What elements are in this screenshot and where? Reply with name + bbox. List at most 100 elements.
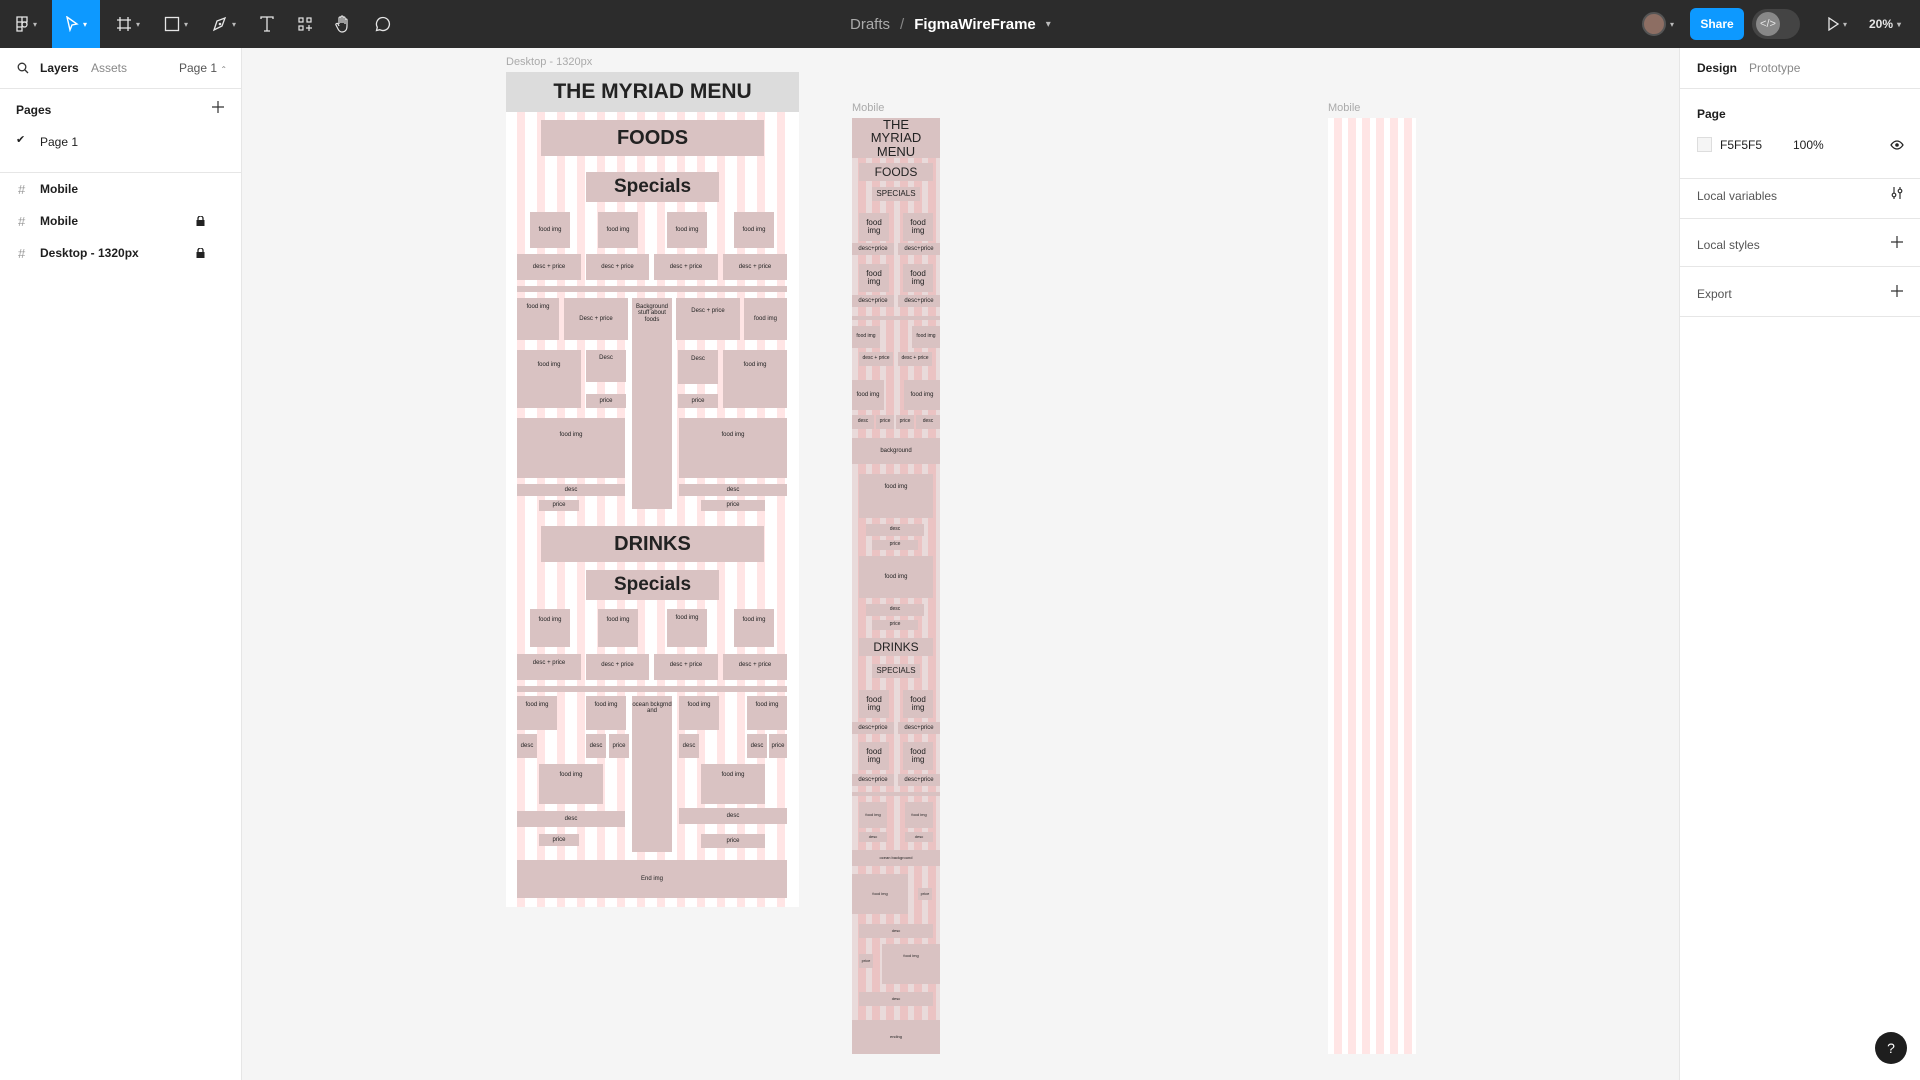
desc-price[interactable]: desc + price: [517, 654, 581, 680]
desc[interactable]: Desc: [678, 350, 718, 384]
desc-price[interactable]: desc + price: [517, 254, 581, 280]
desc[interactable]: desc: [517, 811, 625, 827]
user-avatar-menu[interactable]: ▾: [1634, 0, 1682, 48]
food-img[interactable]: food img: [530, 609, 570, 647]
canvas[interactable]: Desktop - 1320px THE MYRIAD MENU FOODS S…: [243, 48, 1679, 1080]
desc-price[interactable]: desc + price: [654, 654, 718, 680]
desc-price[interactable]: desc+price: [898, 243, 940, 255]
desc[interactable]: desc: [586, 734, 606, 758]
foods-heading[interactable]: FOODS: [541, 120, 764, 156]
food-img[interactable]: food img: [539, 764, 603, 804]
desc-price[interactable]: desc+price: [852, 722, 894, 734]
price[interactable]: price: [701, 500, 765, 511]
food-img[interactable]: food img: [912, 326, 940, 348]
food-img[interactable]: food img: [747, 696, 787, 730]
desc[interactable]: desc: [679, 484, 787, 496]
search-icon[interactable]: [17, 62, 29, 74]
food-img[interactable]: food img: [517, 350, 581, 408]
food-img[interactable]: food img: [701, 764, 765, 804]
mobile-frame[interactable]: THE MYRIAD MENU FOODS SPECIALS food img …: [852, 118, 940, 1054]
drinks-heading[interactable]: DRINKS: [859, 638, 933, 656]
food-img[interactable]: food img: [852, 874, 908, 914]
price[interactable]: price: [918, 888, 932, 900]
dev-mode-toggle[interactable]: </>: [1752, 9, 1800, 39]
desc[interactable]: Desc: [586, 350, 626, 382]
food-img[interactable]: food img: [517, 418, 625, 478]
tab-layers[interactable]: Layers: [40, 61, 79, 75]
tab-design[interactable]: Design: [1697, 61, 1737, 75]
price[interactable]: price: [872, 620, 918, 630]
food-img[interactable]: food img: [905, 802, 933, 828]
hand-tool-button[interactable]: [328, 0, 358, 48]
main-menu-button[interactable]: ▾: [8, 0, 44, 48]
ocean-background[interactable]: ocean background: [852, 850, 940, 866]
desc-price[interactable]: desc+price: [898, 774, 940, 786]
price[interactable]: price: [701, 834, 765, 848]
desc[interactable]: desc: [517, 734, 537, 758]
ending-block[interactable]: ending: [852, 1020, 940, 1054]
move-tool-button[interactable]: ▾: [52, 0, 100, 48]
food-img[interactable]: food img: [517, 298, 559, 340]
page-selector[interactable]: Page 1 ⌃: [179, 61, 227, 75]
background-block[interactable]: background: [852, 438, 940, 464]
desc[interactable]: desc: [517, 484, 625, 496]
desc[interactable]: desc: [916, 415, 940, 429]
food-img[interactable]: food img: [734, 212, 774, 248]
desc-price[interactable]: desc + price: [654, 254, 718, 280]
frame-tool-button[interactable]: ▾: [108, 0, 148, 48]
food-img[interactable]: food img: [744, 298, 787, 340]
food-img[interactable]: food img: [679, 696, 719, 730]
price[interactable]: price: [609, 734, 629, 758]
food-img[interactable]: food img: [882, 944, 940, 984]
menu-title[interactable]: THE MYRIAD MENU: [506, 72, 799, 112]
desc-price[interactable]: desc + price: [586, 254, 649, 280]
layer-row[interactable]: # Mobile: [0, 205, 241, 237]
desc[interactable]: desc: [905, 832, 933, 842]
end-img[interactable]: End img: [517, 860, 787, 898]
add-page-button[interactable]: [209, 98, 227, 116]
price[interactable]: price: [876, 415, 894, 429]
desc-price[interactable]: desc + price: [723, 254, 787, 280]
price[interactable]: price: [769, 734, 787, 758]
food-img[interactable]: food img: [723, 350, 787, 408]
food-img[interactable]: food img: [667, 212, 707, 248]
desc[interactable]: desc: [866, 604, 924, 616]
background-swatch[interactable]: [1697, 137, 1712, 152]
resources-tool-button[interactable]: [290, 0, 320, 48]
zoom-menu[interactable]: 20% ▾: [1860, 0, 1910, 48]
background-note[interactable]: Background stuff about foods: [632, 298, 672, 509]
desktop-frame[interactable]: THE MYRIAD MENU FOODS Specials food img …: [506, 72, 799, 907]
eye-icon[interactable]: [1890, 140, 1904, 150]
chevron-down-icon[interactable]: ▾: [1046, 19, 1051, 30]
food-img[interactable]: food img: [903, 742, 933, 770]
present-button[interactable]: ▾: [1820, 0, 1854, 48]
desc[interactable]: desc: [859, 832, 887, 842]
page-item[interactable]: ✔ Page 1: [0, 130, 241, 154]
desc-price[interactable]: desc + price: [898, 352, 932, 366]
file-name[interactable]: FigmaWireFrame: [914, 16, 1036, 33]
food-img[interactable]: food img: [667, 609, 707, 647]
layer-row[interactable]: # Mobile: [0, 173, 241, 205]
specials-heading[interactable]: SPECIALS: [872, 187, 920, 201]
tab-assets[interactable]: Assets: [91, 61, 127, 75]
food-img[interactable]: food img: [734, 609, 774, 647]
price[interactable]: price: [896, 415, 914, 429]
price[interactable]: price: [859, 954, 873, 968]
help-button[interactable]: ?: [1875, 1032, 1907, 1064]
specials-heading[interactable]: Specials: [586, 570, 719, 600]
sliders-icon[interactable]: [1890, 186, 1904, 200]
foods-heading[interactable]: FOODS: [859, 163, 933, 181]
ocean-note[interactable]: ocean bckgrnd and: [632, 696, 672, 852]
desc-price[interactable]: desc+price: [852, 774, 894, 786]
food-img[interactable]: food img: [859, 690, 889, 718]
shape-tool-button[interactable]: ▾: [156, 0, 196, 48]
lock-icon[interactable]: [196, 248, 205, 258]
food-img[interactable]: food img: [859, 556, 933, 598]
desc-price[interactable]: desc+price: [898, 722, 940, 734]
lock-icon[interactable]: [196, 216, 205, 226]
desc[interactable]: desc: [859, 992, 933, 1006]
food-img[interactable]: food img: [598, 212, 638, 248]
specials-heading[interactable]: Specials: [586, 172, 719, 202]
food-img[interactable]: food img: [517, 696, 557, 730]
food-img[interactable]: food img: [903, 690, 933, 718]
